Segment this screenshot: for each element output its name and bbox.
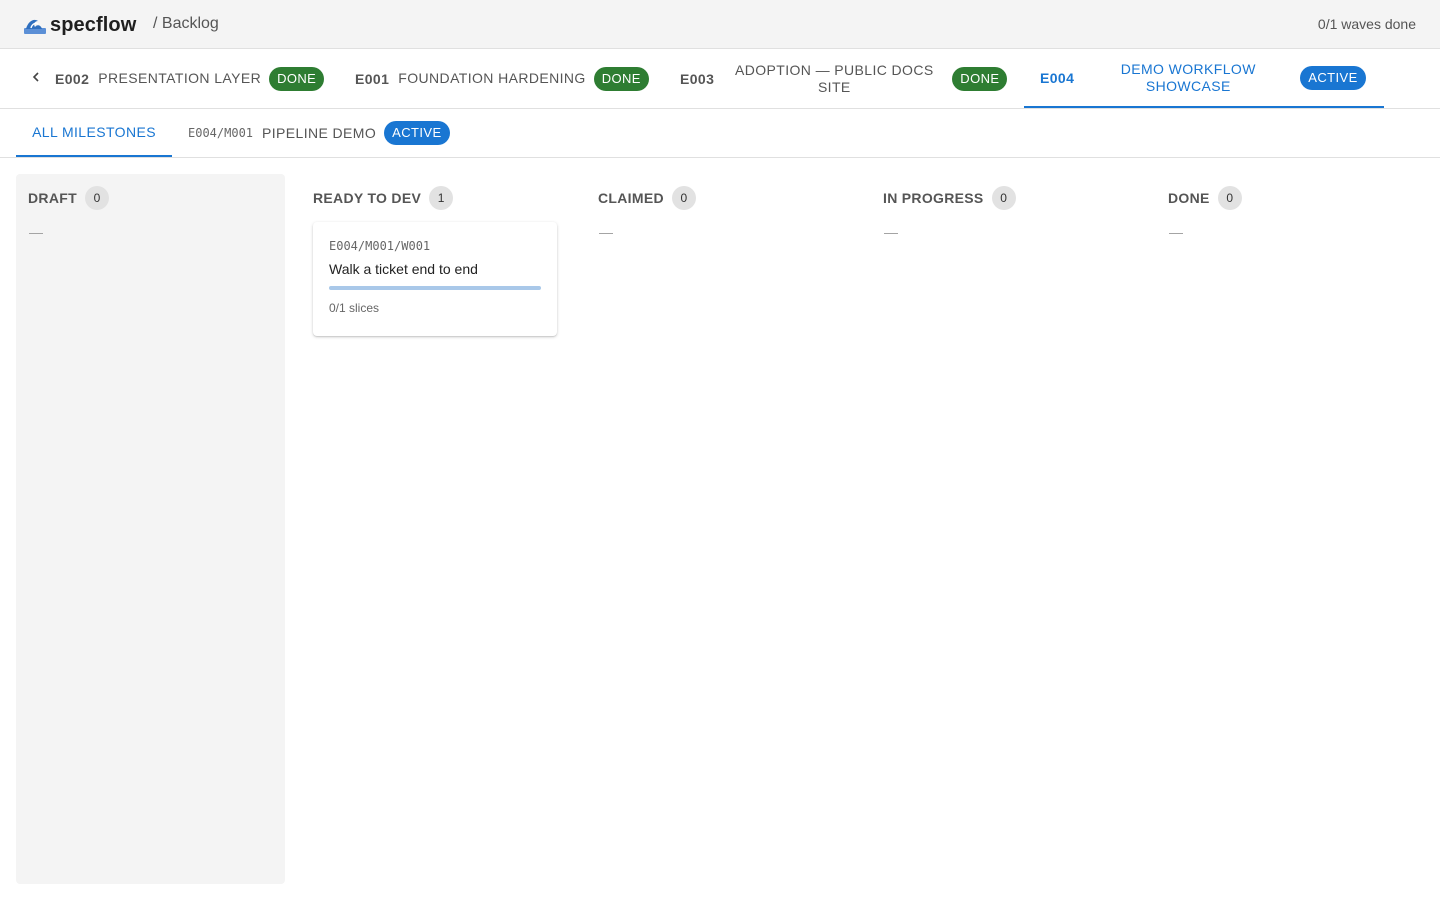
count-badge: 0 bbox=[84, 186, 109, 210]
brand-name: specflow bbox=[50, 13, 137, 36]
wave-card[interactable]: E004/M001/W001 Walk a ticket end to end … bbox=[313, 222, 557, 336]
column-title: DONE bbox=[1168, 190, 1210, 206]
chevron-left-icon bbox=[32, 72, 39, 82]
breadcrumb: / Backlog bbox=[153, 15, 219, 32]
tab-all-milestones[interactable]: ALL MILESTONES bbox=[16, 109, 172, 157]
column-draft: DRAFT 0 — bbox=[16, 174, 285, 884]
empty-placeholder: — bbox=[599, 224, 613, 240]
column-in-progress: IN PROGRESS 0 — bbox=[871, 174, 1140, 884]
epic-code: E001 bbox=[355, 70, 390, 87]
tab-label: ALL MILESTONES bbox=[32, 124, 156, 140]
column-header: DONE 0 bbox=[1168, 186, 1242, 210]
epic-tabs: E002 PRESENTATION LAYER DONE E001 FOUNDA… bbox=[0, 49, 1440, 109]
status-badge: DONE bbox=[269, 66, 325, 91]
progress-bar bbox=[329, 286, 541, 290]
empty-placeholder: — bbox=[884, 224, 898, 240]
count-badge: 0 bbox=[671, 186, 696, 210]
epic-code: E004 bbox=[1040, 69, 1075, 86]
status-badge: DONE bbox=[952, 66, 1008, 91]
status-badge: ACTIVE bbox=[384, 121, 450, 145]
epic-code: E002 bbox=[55, 70, 90, 87]
app-header: specflow / Backlog 0/1 waves done bbox=[0, 0, 1440, 49]
column-title: DRAFT bbox=[28, 190, 77, 206]
epic-tab-e002[interactable]: E002 PRESENTATION LAYER DONE bbox=[55, 49, 325, 108]
column-title: CLAIMED bbox=[598, 190, 664, 206]
tab-milestone-m001[interactable]: E004/M001 PIPELINE DEMO ACTIVE bbox=[188, 109, 450, 157]
column-header: READY TO DEV 1 bbox=[313, 186, 454, 210]
column-done: DONE 0 — bbox=[1156, 174, 1425, 884]
epic-title: PRESENTATION LAYER bbox=[98, 70, 262, 86]
status-badge: DONE bbox=[593, 66, 649, 91]
column-claimed: CLAIMED 0 — bbox=[586, 174, 855, 884]
column-header: DRAFT 0 bbox=[28, 186, 109, 210]
column-header: IN PROGRESS 0 bbox=[883, 186, 1016, 210]
card-code: E004/M001/W001 bbox=[329, 239, 431, 253]
column-title: READY TO DEV bbox=[313, 190, 422, 206]
waves-status: 0/1 waves done bbox=[1317, 16, 1416, 32]
status-badge: ACTIVE bbox=[1300, 65, 1366, 90]
scroll-left-button[interactable] bbox=[26, 67, 46, 87]
epic-code: E003 bbox=[680, 70, 715, 87]
empty-placeholder: — bbox=[1169, 224, 1183, 240]
count-badge: 0 bbox=[991, 186, 1016, 210]
column-ready-to-dev: READY TO DEV 1 E004/M001/W001 Walk a tic… bbox=[301, 174, 570, 884]
wave-logo-icon bbox=[24, 15, 46, 35]
milestone-title: PIPELINE DEMO bbox=[262, 125, 377, 141]
card-title: Walk a ticket end to end bbox=[329, 261, 478, 277]
epic-tab-e003[interactable]: E003 ADOPTION — PUBLIC DOCS SITE DONE bbox=[680, 49, 1008, 108]
epic-tab-e004[interactable]: E004 DEMO WORKFLOW SHOWCASE ACTIVE bbox=[1024, 49, 1384, 108]
epic-tab-e001[interactable]: E001 FOUNDATION HARDENING DONE bbox=[355, 49, 649, 108]
epic-title: FOUNDATION HARDENING bbox=[398, 70, 586, 86]
milestone-code: E004/M001 bbox=[188, 126, 254, 140]
milestone-tabs: ALL MILESTONES E004/M001 PIPELINE DEMO A… bbox=[0, 109, 1440, 158]
column-header: CLAIMED 0 bbox=[598, 186, 696, 210]
card-slices-count: 0/1 slices bbox=[329, 301, 380, 315]
count-badge: 1 bbox=[429, 186, 454, 210]
epic-title: ADOPTION — PUBLIC DOCS SITE bbox=[734, 61, 934, 95]
column-title: IN PROGRESS bbox=[883, 190, 984, 206]
count-badge: 0 bbox=[1217, 186, 1242, 210]
epic-title: DEMO WORKFLOW SHOWCASE bbox=[1120, 60, 1256, 94]
brand[interactable]: specflow bbox=[24, 13, 136, 37]
empty-placeholder: — bbox=[29, 224, 43, 240]
